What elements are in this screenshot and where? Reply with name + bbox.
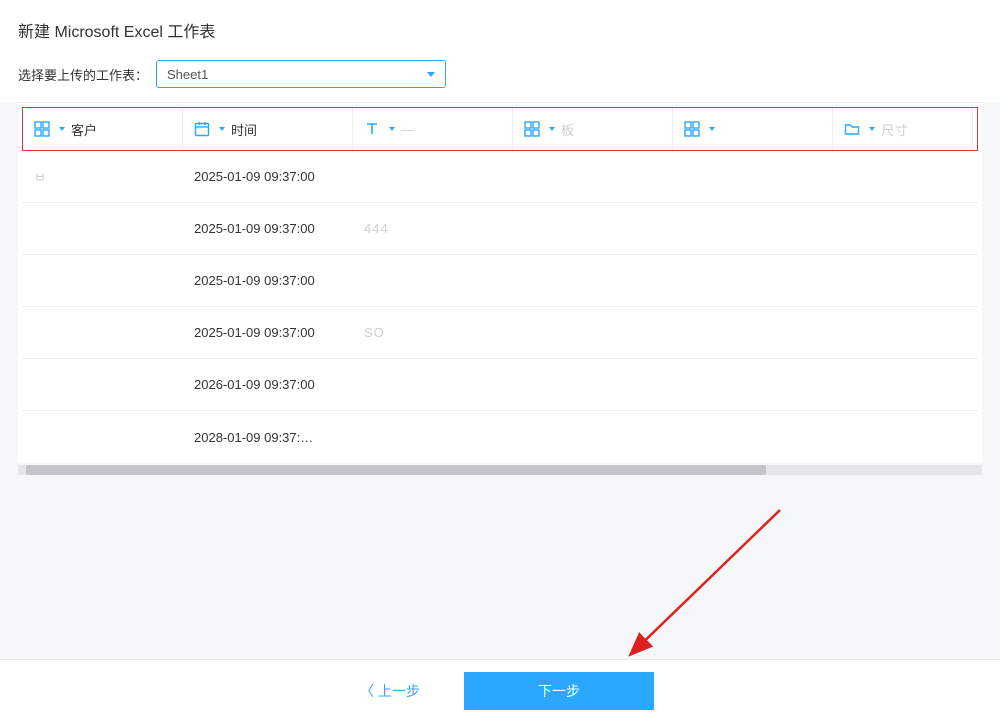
- grid-icon: [683, 120, 701, 138]
- cell-time: 2026-01-09 09:37:00: [182, 377, 352, 392]
- cell: SO: [352, 325, 512, 340]
- grid-icon: [33, 120, 51, 138]
- page-header: 新建 Microsoft Excel 工作表: [0, 0, 1000, 50]
- column-label: —: [401, 122, 415, 137]
- column-label: 时间: [231, 120, 257, 139]
- cell-time: 2025-01-09 09:37:00: [182, 325, 352, 340]
- chevron-down-icon: [549, 127, 555, 131]
- page-title: 新建 Microsoft Excel 工作表: [18, 18, 982, 42]
- chevron-down-icon: [427, 72, 435, 77]
- sheet-select-dropdown[interactable]: Sheet1: [156, 60, 446, 88]
- column-header-blank[interactable]: [673, 108, 833, 150]
- table-row[interactable]: 2025-01-09 09:37:00 444: [22, 203, 978, 255]
- table-row[interactable]: 2025-01-09 09:37:00: [22, 255, 978, 307]
- column-label: 板: [561, 120, 575, 139]
- chevron-down-icon: [709, 127, 715, 131]
- column-header-number[interactable]: 123: [973, 108, 982, 150]
- cell-time: 2025-01-09 09:37:00: [182, 169, 352, 184]
- next-button-label: 下一步: [538, 681, 580, 701]
- column-label: 客户: [71, 120, 97, 139]
- table-row[interactable]: 2026-01-09 09:37:00: [22, 359, 978, 411]
- sheet-select-value: Sheet1: [167, 67, 208, 82]
- cell: 444: [352, 221, 512, 236]
- sheet-select-label: 选择要上传的工作表：: [18, 65, 148, 84]
- table-container: 客户 时间 — 板: [18, 102, 982, 463]
- cell-time: 2028-01-09 09:37:…: [182, 430, 352, 445]
- prev-button-label: 上一步: [378, 681, 420, 701]
- table-row[interactable]: 2025-01-09 09:37:00 SO: [22, 307, 978, 359]
- text-icon: [363, 120, 381, 138]
- chevron-down-icon: [389, 127, 395, 131]
- column-label: 尺寸: [881, 120, 909, 139]
- grid-icon: [523, 120, 541, 138]
- prev-button[interactable]: 〈 上一步: [346, 673, 434, 709]
- table-row[interactable]: ㅂ 2025-01-09 09:37:00: [22, 151, 978, 203]
- column-header-row: 客户 时间 — 板: [22, 107, 978, 151]
- cell-customer: ㅂ: [22, 167, 182, 186]
- table-body: ㅂ 2025-01-09 09:37:00 2025-01-09 09:37:0…: [22, 151, 978, 463]
- folder-icon: [843, 120, 861, 138]
- column-header-text[interactable]: —: [353, 108, 513, 150]
- scrollbar-thumb[interactable]: [26, 465, 766, 475]
- column-header-time[interactable]: 时间: [183, 108, 353, 150]
- horizontal-scrollbar[interactable]: [18, 465, 982, 475]
- cell-time: 2025-01-09 09:37:00: [182, 221, 352, 236]
- column-header-customer[interactable]: 客户: [23, 108, 183, 150]
- column-header-size[interactable]: 尺寸: [833, 108, 973, 150]
- next-button[interactable]: 下一步: [464, 672, 654, 710]
- cell-time: 2025-01-09 09:37:00: [182, 273, 352, 288]
- column-header-board[interactable]: 板: [513, 108, 673, 150]
- table-row[interactable]: 2028-01-09 09:37:…: [22, 411, 978, 463]
- sheet-select-row: 选择要上传的工作表： Sheet1: [0, 50, 1000, 102]
- chevron-left-icon: 〈: [360, 681, 374, 701]
- footer-bar: 〈 上一步 下一步: [0, 659, 1000, 721]
- chevron-down-icon: [59, 127, 65, 131]
- calendar-icon: [193, 120, 211, 138]
- chevron-down-icon: [869, 127, 875, 131]
- chevron-down-icon: [219, 127, 225, 131]
